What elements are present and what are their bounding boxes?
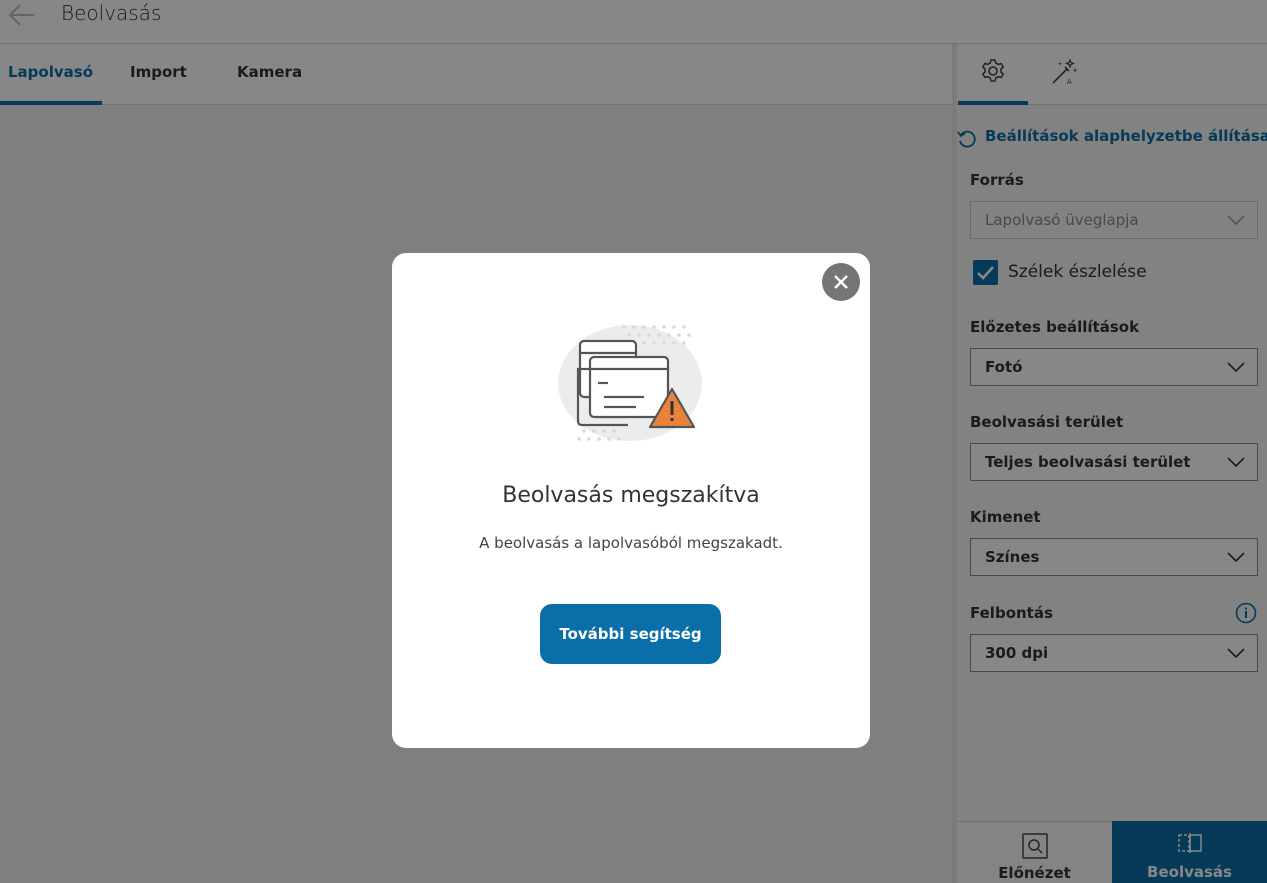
dialog-message: A beolvasás a lapolvasóból megszakadt. bbox=[479, 534, 783, 552]
close-dialog-button[interactable] bbox=[822, 263, 860, 301]
scanner-warning-illustration bbox=[558, 325, 702, 441]
close-icon bbox=[834, 275, 848, 289]
more-help-button[interactable]: További segítség bbox=[540, 604, 721, 664]
scan-cancelled-dialog: Beolvasás megszakítva A beolvasás a lapo… bbox=[392, 253, 870, 748]
dialog-title: Beolvasás megszakítva bbox=[502, 483, 760, 508]
